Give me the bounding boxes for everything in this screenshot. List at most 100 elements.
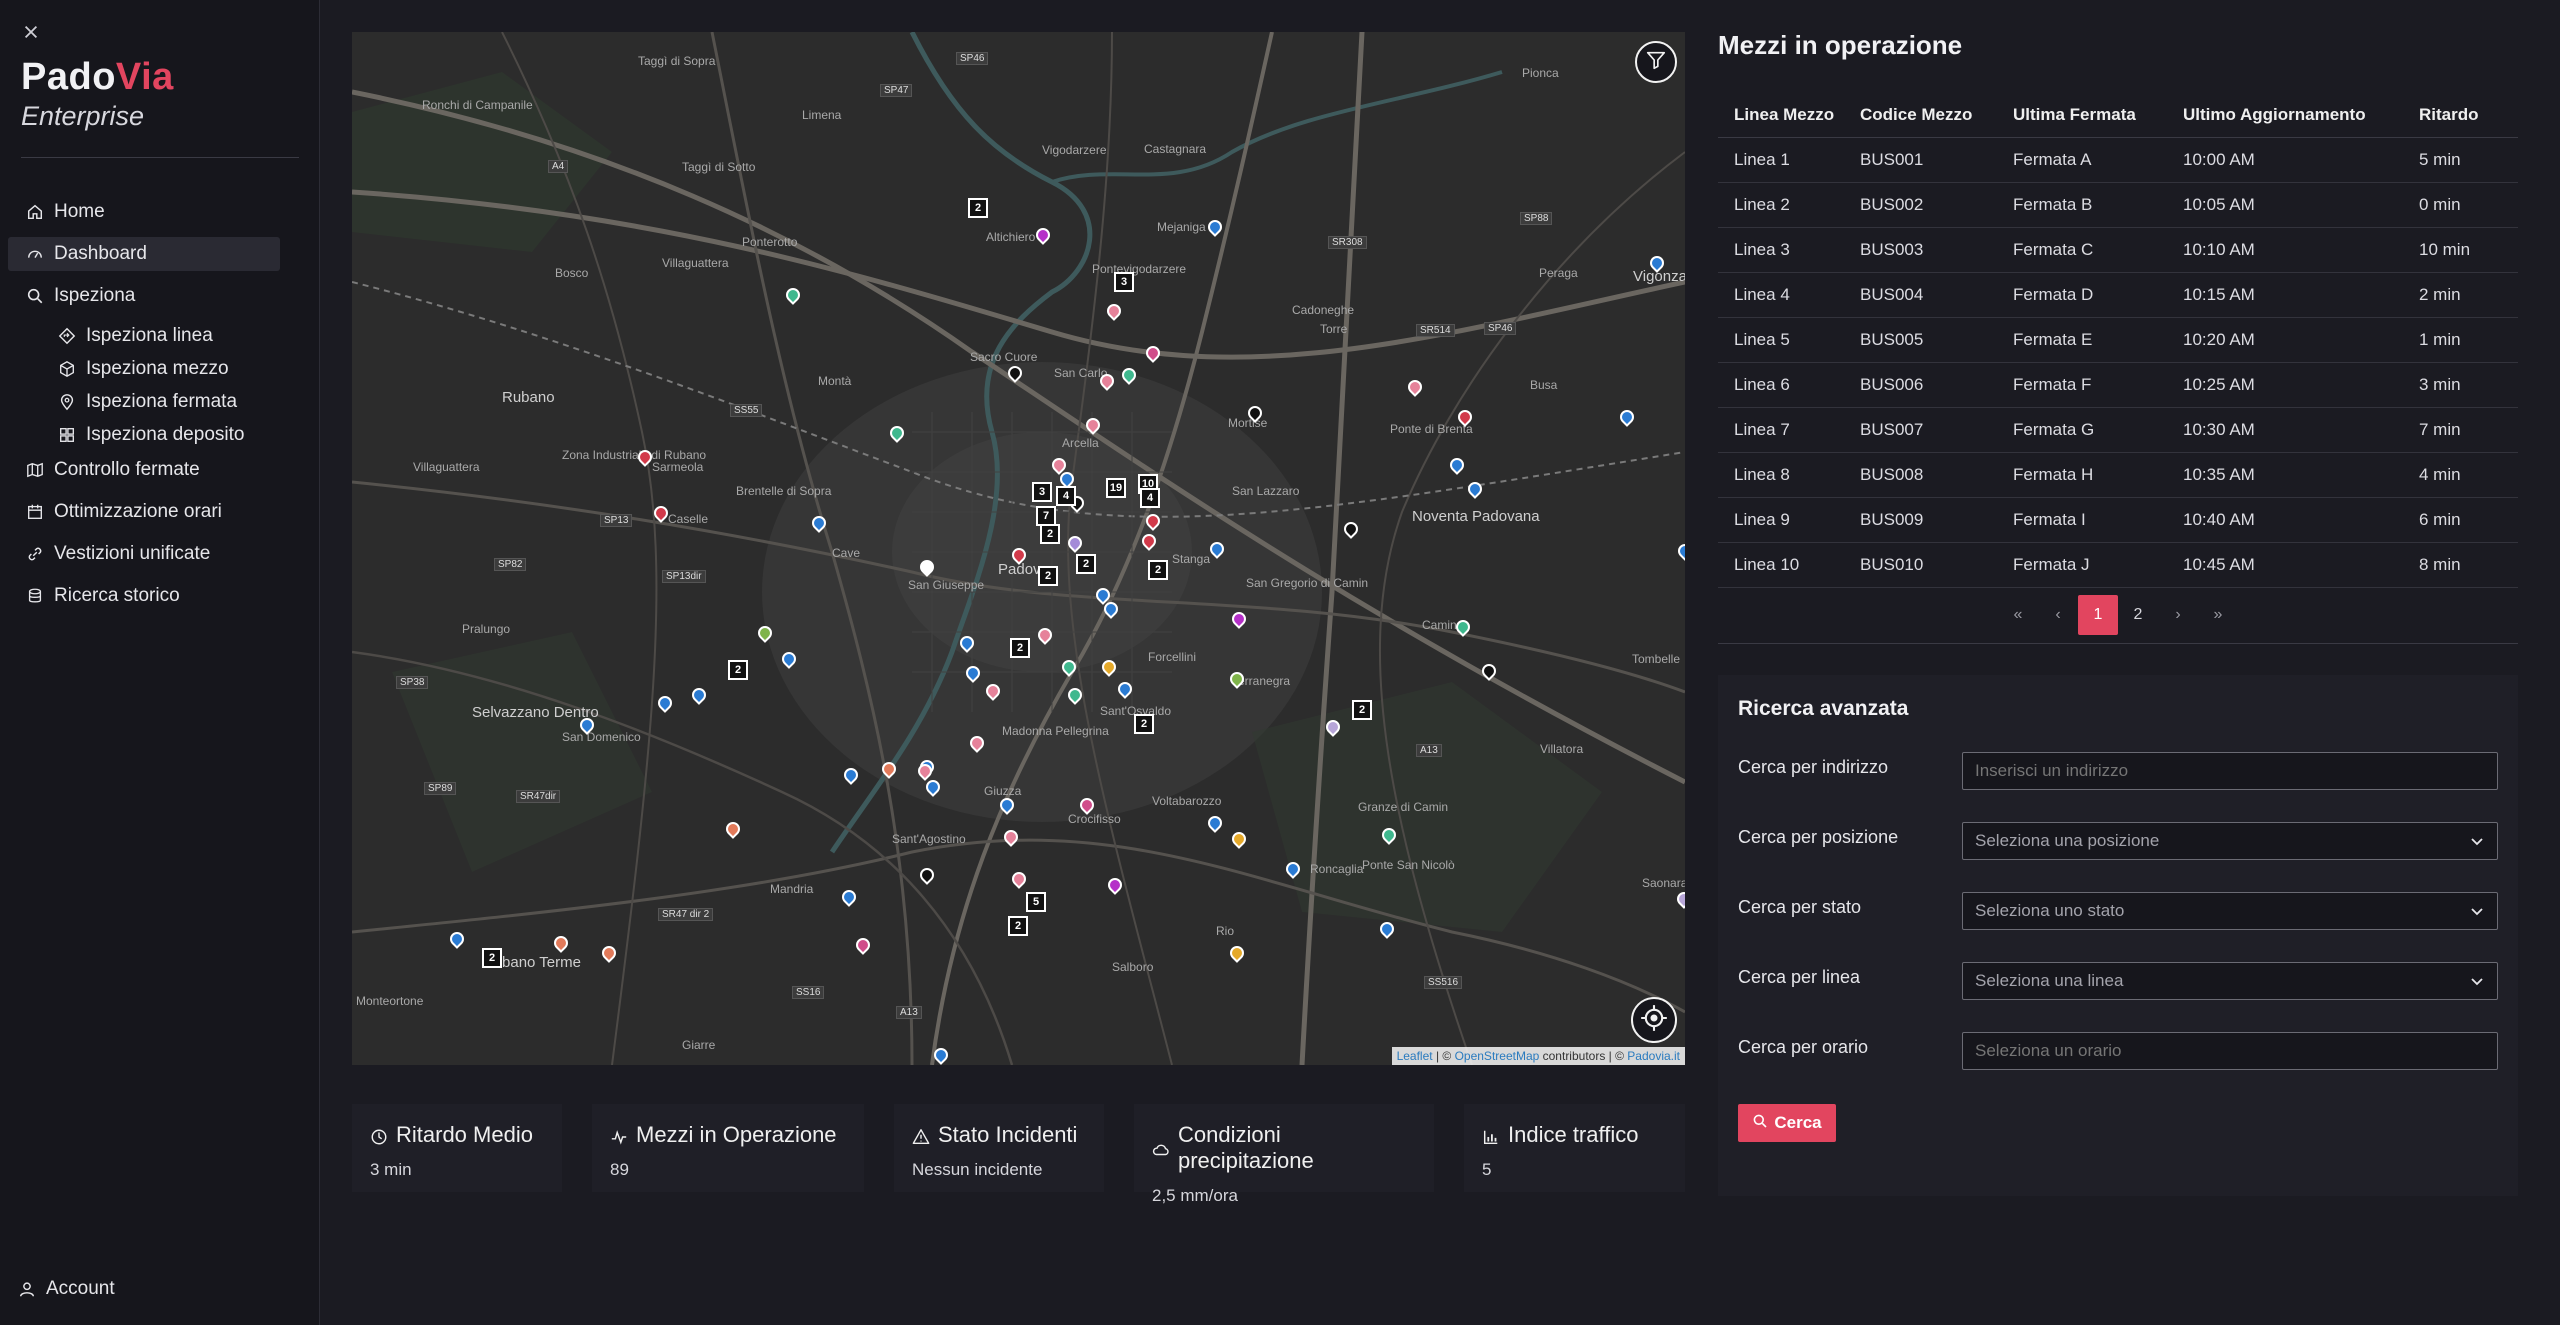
place-label: Brentelle di Sopra bbox=[736, 484, 832, 498]
table-row[interactable]: Linea 7 BUS007 Fermata G 10:30 AM 7 min bbox=[1718, 408, 2518, 453]
filter-button[interactable] bbox=[1635, 41, 1677, 83]
road-shield: SR308 bbox=[1328, 236, 1367, 249]
stat-value: 89 bbox=[610, 1160, 629, 1179]
cluster-marker[interactable]: 3 bbox=[1032, 482, 1052, 502]
sidebar-item-ispeziona-fermata[interactable]: Ispeziona fermata bbox=[8, 387, 280, 417]
address-input[interactable] bbox=[1962, 752, 2498, 790]
table-row[interactable]: Linea 6 BUS006 Fermata F 10:25 AM 3 min bbox=[1718, 363, 2518, 408]
prev-page-button[interactable]: ‹ bbox=[2038, 595, 2078, 635]
place-label: Pontevigodarzere bbox=[1092, 262, 1187, 276]
table-row[interactable]: Linea 5 BUS005 Fermata E 10:20 AM 1 min bbox=[1718, 318, 2518, 363]
table-row[interactable]: Linea 4 BUS004 Fermata D 10:15 AM 2 min bbox=[1718, 273, 2518, 318]
place-label: Montà bbox=[818, 374, 852, 388]
leaflet-link[interactable]: Leaflet bbox=[1397, 1049, 1433, 1063]
cluster-marker[interactable]: 2 bbox=[728, 660, 748, 680]
sidebar-item-home[interactable]: Home bbox=[8, 195, 280, 229]
road-shield: SP89 bbox=[424, 782, 457, 795]
place-label: San Gregorio di Camin bbox=[1246, 576, 1369, 590]
cluster-marker[interactable]: 4 bbox=[1140, 488, 1160, 508]
cluster-marker[interactable]: 2 bbox=[1008, 916, 1028, 936]
osm-link[interactable]: OpenStreetMap bbox=[1455, 1049, 1540, 1063]
cluster-marker[interactable]: 2 bbox=[482, 948, 502, 968]
table-row[interactable]: Linea 8 BUS008 Fermata H 10:35 AM 4 min bbox=[1718, 453, 2518, 498]
place-label: Zona Industriale di Rubano bbox=[562, 448, 707, 462]
sidebar-item-ricerca-storico[interactable]: Ricerca storico bbox=[8, 579, 280, 613]
place-label: Arcella bbox=[1062, 436, 1099, 450]
table-row[interactable]: Linea 1 BUS001 Fermata A 10:00 AM 5 min bbox=[1718, 138, 2518, 183]
column-header[interactable]: Ultima Fermata bbox=[2013, 105, 2183, 125]
column-header[interactable]: Ritardo bbox=[2419, 105, 2518, 125]
close-icon[interactable] bbox=[22, 22, 44, 44]
table-row[interactable]: Linea 3 BUS003 Fermata C 10:10 AM 10 min bbox=[1718, 228, 2518, 273]
sidebar-item-vestizioni-unificate[interactable]: Vestizioni unificate bbox=[8, 537, 280, 571]
activity-icon bbox=[610, 1126, 628, 1145]
cluster-marker[interactable]: 19 bbox=[1106, 478, 1126, 498]
account-label: Account bbox=[46, 1278, 115, 1299]
place-label: Forcellini bbox=[1148, 650, 1197, 664]
next-page-button[interactable]: › bbox=[2158, 595, 2198, 635]
cluster-marker[interactable]: 4 bbox=[1056, 486, 1076, 506]
cluster-marker[interactable]: 2 bbox=[1010, 638, 1030, 658]
cluster-marker[interactable]: 2 bbox=[1040, 524, 1060, 544]
cluster-marker[interactable]: 2 bbox=[1038, 566, 1058, 586]
time-input[interactable] bbox=[1962, 1032, 2498, 1070]
cluster-marker[interactable]: 7 bbox=[1036, 506, 1056, 526]
cell-fermata: Fermata C bbox=[2013, 240, 2094, 259]
cell-fermata: Fermata G bbox=[2013, 420, 2095, 439]
cell-fermata: Fermata F bbox=[2013, 375, 2092, 394]
search-button[interactable]: Cerca bbox=[1738, 1104, 1836, 1142]
brand-subtitle: Enterprise bbox=[21, 101, 145, 131]
place-label: Saonara bbox=[1642, 876, 1685, 890]
place-label: Mortise bbox=[1228, 416, 1268, 430]
sidebar-item-label: Ottimizzazione orari bbox=[54, 501, 222, 522]
cluster-marker[interactable]: 2 bbox=[968, 198, 988, 218]
first-page-button[interactable]: « bbox=[1998, 595, 2038, 635]
table-row[interactable]: Linea 9 BUS009 Fermata I 10:40 AM 6 min bbox=[1718, 498, 2518, 543]
road-shield: SP82 bbox=[494, 558, 527, 571]
map-view[interactable]: Taggì di Sopra Ronchi di Campanile Limen… bbox=[352, 32, 1685, 1065]
cluster-marker[interactable]: 5 bbox=[1026, 892, 1046, 912]
place-label: Mejaniga bbox=[1157, 220, 1206, 234]
locate-button[interactable] bbox=[1631, 997, 1677, 1043]
cluster-marker[interactable]: 2 bbox=[1352, 700, 1372, 720]
cell-codice: BUS002 bbox=[1860, 195, 1924, 214]
cloud-icon bbox=[1152, 1139, 1170, 1157]
sidebar-item-ispeziona-linea[interactable]: Ispeziona linea bbox=[8, 321, 280, 351]
place-label: Villaguattera bbox=[413, 460, 480, 474]
cluster-marker[interactable]: 2 bbox=[1076, 554, 1096, 574]
sidebar-item-ispeziona[interactable]: Ispeziona bbox=[8, 279, 280, 313]
page-button-2[interactable]: 2 bbox=[2118, 595, 2158, 635]
place-label: Ponte San Nicolò bbox=[1362, 858, 1455, 872]
column-header[interactable]: Linea Mezzo bbox=[1718, 105, 1860, 125]
field-label-indirizzo: Cerca per indirizzo bbox=[1738, 757, 1889, 777]
sidebar-item-ottimizzazione-orari[interactable]: Ottimizzazione orari bbox=[8, 495, 280, 529]
sidebar-item-controllo-fermate[interactable]: Controllo fermate bbox=[8, 453, 280, 487]
cell-fermata: Fermata H bbox=[2013, 465, 2094, 484]
cluster-marker[interactable]: 3 bbox=[1114, 272, 1134, 292]
diamond-route-icon bbox=[58, 327, 76, 345]
sidebar-item-dashboard[interactable]: Dashboard bbox=[8, 237, 280, 271]
home-icon bbox=[26, 203, 44, 221]
sidebar-item-ispeziona-deposito[interactable]: Ispeziona deposito bbox=[8, 420, 280, 450]
cluster-marker[interactable]: 2 bbox=[1134, 714, 1154, 734]
account-link[interactable]: Account bbox=[18, 1278, 115, 1300]
column-header[interactable]: Ultimo Aggiornamento bbox=[2183, 105, 2419, 125]
cell-linea: Linea 10 bbox=[1734, 555, 1800, 574]
column-header[interactable]: Codice Mezzo bbox=[1860, 105, 2013, 125]
line-select[interactable]: Seleziona una linea bbox=[1962, 962, 2498, 1000]
table-row[interactable]: Linea 10 BUS010 Fermata J 10:45 AM 8 min bbox=[1718, 543, 2518, 588]
cluster-marker[interactable]: 2 bbox=[1148, 560, 1168, 580]
brand-logo[interactable]: PadoVia Enterprise bbox=[21, 56, 174, 132]
field-label-orario: Cerca per orario bbox=[1738, 1037, 1869, 1057]
place-label: Cave bbox=[832, 546, 861, 560]
padovia-link[interactable]: Padovia.it bbox=[1627, 1049, 1680, 1063]
table-row[interactable]: Linea 2 BUS002 Fermata B 10:05 AM 0 min bbox=[1718, 183, 2518, 228]
road-shield: SP46 bbox=[956, 52, 989, 65]
stat-title: Stato Incidenti bbox=[938, 1122, 1078, 1147]
place-label: San Giuseppe bbox=[908, 578, 985, 592]
state-select[interactable]: Seleziona uno stato bbox=[1962, 892, 2498, 930]
page-button-1[interactable]: 1 bbox=[2078, 595, 2118, 635]
last-page-button[interactable]: » bbox=[2198, 595, 2238, 635]
position-select[interactable]: Seleziona una posizione bbox=[1962, 822, 2498, 860]
sidebar-item-ispeziona-mezzo[interactable]: Ispeziona mezzo bbox=[8, 354, 280, 384]
